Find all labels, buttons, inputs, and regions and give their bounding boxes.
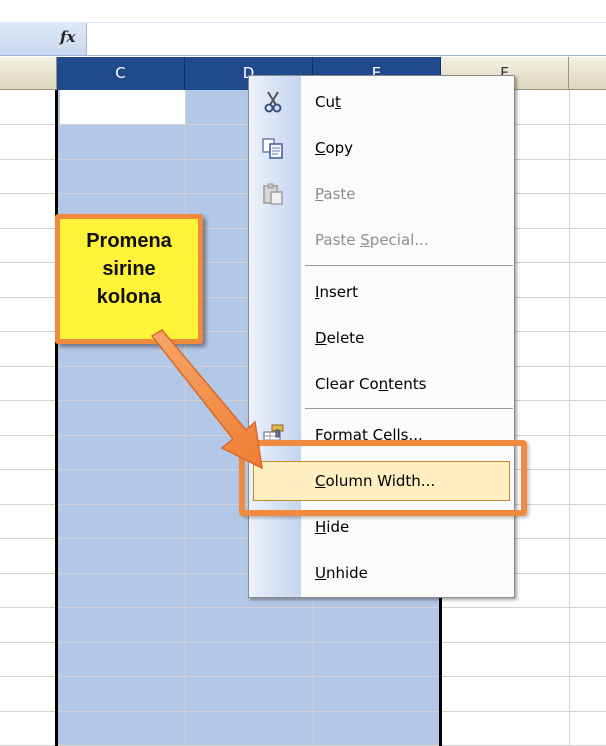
- annotation-highlight-box: [239, 440, 527, 516]
- menu-item-paste-special[interactable]: Paste Special...: [249, 217, 514, 263]
- menu-item-copy[interactable]: Copy: [249, 125, 514, 171]
- menu-item-unhide[interactable]: Unhide: [249, 550, 514, 596]
- menu-item-label: Insert: [315, 283, 359, 301]
- menu-item-delete[interactable]: Delete: [249, 315, 514, 361]
- window-top-strip: [0, 0, 606, 22]
- scissors-icon: [264, 91, 282, 113]
- menu-separator: [305, 408, 513, 409]
- callout-text: Promena sirine kolona: [86, 230, 172, 308]
- formula-input[interactable]: [86, 23, 606, 55]
- menu-item-label: Unhide: [315, 564, 368, 582]
- menu-item-label: Delete: [315, 329, 365, 347]
- context-menu: Cut Copy Paste Paste Special... Insert D…: [248, 75, 515, 598]
- menu-item-label: Cut: [315, 93, 341, 111]
- menu-item-insert[interactable]: Insert: [249, 269, 514, 315]
- menu-item-label: Paste: [315, 185, 356, 203]
- row-header-corner[interactable]: [0, 57, 57, 90]
- menu-item-clear-contents[interactable]: Clear Contents: [249, 361, 514, 407]
- paste-icon: [263, 183, 283, 205]
- menu-item-paste[interactable]: Paste: [249, 171, 514, 217]
- grid-column-line: [569, 90, 570, 746]
- menu-item-label: Clear Contents: [315, 375, 427, 393]
- menu-separator: [305, 265, 513, 266]
- menu-item-cut[interactable]: Cut: [249, 79, 514, 125]
- menu-item-label: Copy: [315, 139, 354, 157]
- copy-icon: [262, 138, 283, 159]
- column-header-c[interactable]: C: [57, 57, 185, 90]
- menu-item-label: Paste Special...: [315, 231, 429, 249]
- annotation-callout: Promena sirine kolona: [55, 214, 203, 344]
- column-header-g[interactable]: [569, 57, 606, 90]
- fx-icon[interactable]: fx: [60, 28, 75, 46]
